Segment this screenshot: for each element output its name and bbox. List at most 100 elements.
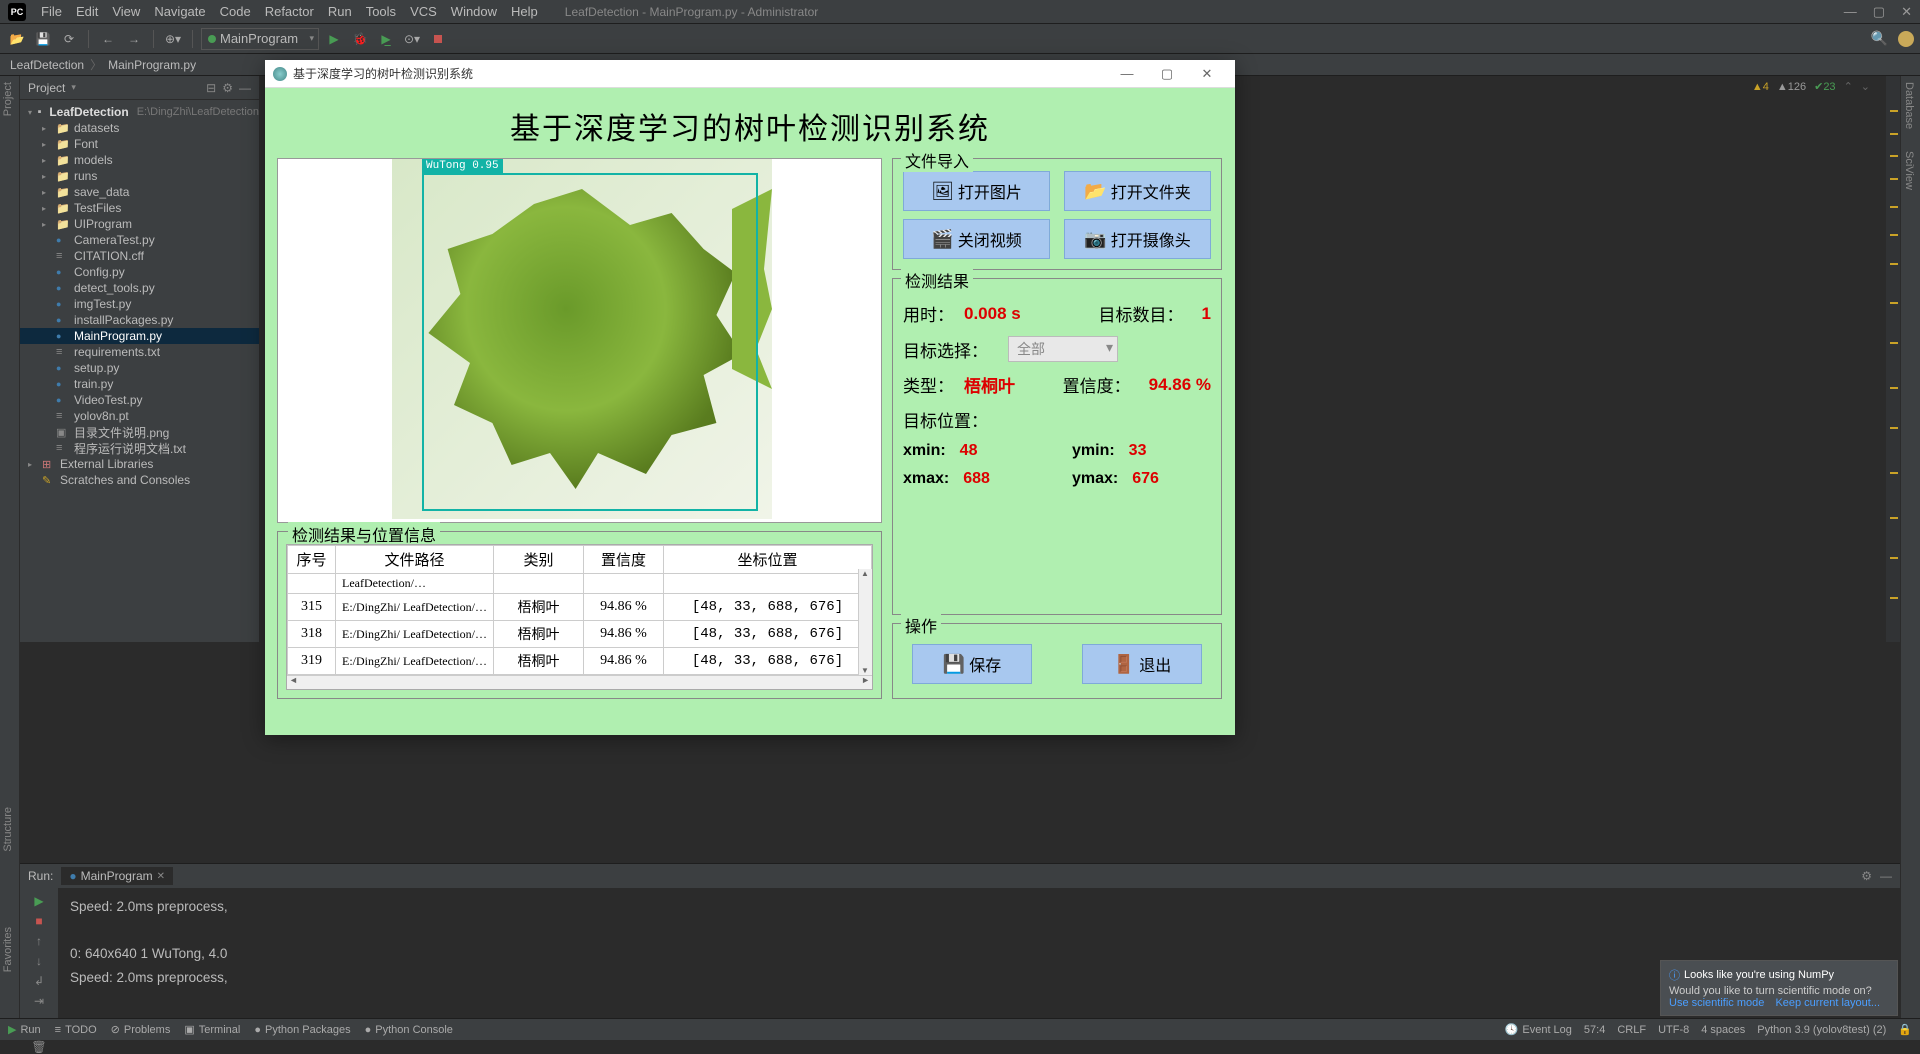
add-config-icon[interactable]: ⊕▾ (162, 28, 184, 50)
tree-file-selected[interactable]: MainProgram.py (74, 329, 162, 343)
file-encoding[interactable]: UTF-8 (1658, 1023, 1689, 1036)
run-icon[interactable]: ▶ (323, 28, 345, 50)
stop-icon[interactable]: ■ (29, 914, 49, 928)
window-minimize-icon[interactable]: — (1844, 4, 1857, 20)
tree-file[interactable]: VideoTest.py (74, 393, 143, 407)
project-tree[interactable]: ▾▪LeafDetectionE:\DingZhi\LeafDetection … (20, 100, 259, 492)
tree-file[interactable]: detect_tools.py (74, 281, 155, 295)
open-camera-button[interactable]: 📷打开摄像头 (1064, 219, 1211, 259)
lock-icon[interactable]: 🔒 (1898, 1023, 1912, 1036)
tree-file[interactable]: imgTest.py (74, 297, 131, 311)
settings-icon[interactable]: ⚙ (222, 81, 233, 95)
tree-folder[interactable]: datasets (74, 121, 119, 135)
save-icon[interactable]: 💾 (32, 28, 54, 50)
table-scrollbar-h[interactable] (287, 675, 872, 689)
tree-file[interactable]: CameraTest.py (74, 233, 155, 247)
rail-sciview-label[interactable]: SciView (1901, 145, 1917, 196)
table-row[interactable]: 318E:/DingZhi/ LeafDetection/…梧桐叶94.86 %… (288, 621, 872, 648)
python-interpreter[interactable]: Python 3.9 (yolov8test) (2) (1757, 1023, 1886, 1036)
soft-wrap-icon[interactable]: ↲ (29, 974, 49, 988)
scroll-end-icon[interactable]: ⇥ (29, 994, 49, 1008)
app-minimize-icon[interactable]: — (1107, 66, 1147, 82)
tree-scratches[interactable]: Scratches and Consoles (60, 473, 190, 487)
close-icon[interactable]: ✕ (157, 871, 165, 882)
status-run[interactable]: ▶Run (8, 1023, 41, 1036)
status-todo[interactable]: ≡ TODO (55, 1023, 97, 1036)
menu-refactor[interactable]: Refactor (258, 2, 321, 21)
open-image-button[interactable]: 🖼打开图片 (903, 171, 1050, 211)
tree-file[interactable]: Config.py (74, 265, 125, 279)
tree-folder[interactable]: UIProgram (74, 217, 132, 231)
open-folder-button[interactable]: 📂打开文件夹 (1064, 171, 1211, 211)
search-icon[interactable]: 🔍 (1871, 30, 1888, 47)
table-row[interactable]: 315E:/DingZhi/ LeafDetection/…梧桐叶94.86 %… (288, 594, 872, 621)
table-scrollbar-v[interactable] (858, 569, 872, 675)
menu-run[interactable]: Run (321, 2, 359, 21)
run-tab[interactable]: ●MainProgram✕ (61, 867, 173, 885)
tree-file[interactable]: requirements.txt (74, 345, 160, 359)
tree-file[interactable]: setup.py (74, 361, 119, 375)
notif-link-scientific[interactable]: Use scientific mode (1669, 997, 1764, 1009)
notif-link-keep[interactable]: Keep current layout... (1775, 997, 1880, 1009)
run-config-selector[interactable]: MainProgram (201, 28, 319, 50)
status-event-log[interactable]: 🕓 Event Log (1505, 1023, 1572, 1036)
inspection-widget[interactable]: ▲4 ▲126 ✔23 ⌃⌄ (1752, 80, 1870, 93)
rerun-icon[interactable]: ▶ (29, 894, 49, 908)
results-table[interactable]: 序号 文件路径 类别 置信度 坐标位置 LeafDetection/… 315E… (287, 545, 872, 675)
close-video-button[interactable]: 🎬关闭视频 (903, 219, 1050, 259)
tree-folder[interactable]: Font (74, 137, 98, 151)
status-terminal[interactable]: ▣ Terminal (184, 1023, 240, 1036)
tree-folder[interactable]: save_data (74, 185, 129, 199)
line-separator[interactable]: CRLF (1617, 1023, 1646, 1036)
status-python-packages[interactable]: ● Python Packages (254, 1023, 350, 1036)
window-close-icon[interactable]: ✕ (1901, 4, 1912, 20)
caret-position[interactable]: 57:4 (1584, 1023, 1605, 1036)
debug-icon[interactable]: 🐞 (349, 28, 371, 50)
crumb-file[interactable]: MainProgram.py (108, 58, 196, 72)
window-maximize-icon[interactable]: ▢ (1873, 4, 1885, 20)
rail-structure-label[interactable]: Structure (0, 801, 16, 858)
trash-icon[interactable]: 🗑 (29, 1040, 49, 1054)
hide-icon[interactable]: — (1880, 869, 1892, 883)
down-icon[interactable]: ↓ (29, 954, 49, 968)
up-icon[interactable]: ↑ (29, 934, 49, 948)
menu-navigate[interactable]: Navigate (147, 2, 212, 21)
stop-icon[interactable] (427, 28, 449, 50)
status-problems[interactable]: ⊘ Problems (111, 1023, 171, 1036)
crumb-root[interactable]: LeafDetection (10, 58, 84, 72)
rail-project-label[interactable]: Project (0, 76, 16, 122)
rail-favorites-label[interactable]: Favorites (0, 921, 16, 978)
menu-view[interactable]: View (105, 2, 147, 21)
save-button[interactable]: 💾保存 (912, 644, 1032, 684)
collapse-icon[interactable]: ⊟ (206, 81, 216, 95)
menu-vcs[interactable]: VCS (403, 2, 444, 21)
menu-edit[interactable]: Edit (69, 2, 105, 21)
nav-back-icon[interactable]: ← (97, 28, 119, 50)
exit-button[interactable]: 🚪退出 (1082, 644, 1202, 684)
open-icon[interactable]: 📂 (6, 28, 28, 50)
profile-icon[interactable]: ⊙▾ (401, 28, 423, 50)
menu-help[interactable]: Help (504, 2, 545, 21)
settings-icon[interactable]: ⚙ (1861, 869, 1872, 883)
app-titlebar[interactable]: 基于深度学习的树叶检测识别系统 — ▢ ✕ (265, 60, 1235, 88)
tree-file[interactable]: CITATION.cff (74, 249, 144, 263)
coverage-icon[interactable]: ▶̲ (375, 28, 397, 50)
target-select-dropdown[interactable]: 全部 (1008, 336, 1118, 362)
tree-file[interactable]: yolov8n.pt (74, 409, 129, 423)
menu-file[interactable]: File (34, 2, 69, 21)
indent-info[interactable]: 4 spaces (1701, 1023, 1745, 1036)
status-python-console[interactable]: ● Python Console (365, 1023, 453, 1036)
menu-code[interactable]: Code (213, 2, 258, 21)
tree-file[interactable]: train.py (74, 377, 113, 391)
nav-fwd-icon[interactable]: → (123, 28, 145, 50)
tree-file[interactable]: 程序运行说明文档.txt (74, 440, 186, 457)
menu-window[interactable]: Window (444, 2, 504, 21)
run-console[interactable]: Speed: 2.0ms preprocess, 0: 640x640 1 Wu… (58, 888, 1900, 1018)
app-close-icon[interactable]: ✕ (1187, 66, 1227, 82)
editor-error-stripe[interactable] (1886, 76, 1900, 642)
tree-root[interactable]: LeafDetection (49, 105, 128, 119)
hide-icon[interactable]: — (239, 81, 251, 95)
rail-database-label[interactable]: Database (1901, 76, 1917, 135)
tree-ext-libs[interactable]: External Libraries (60, 457, 153, 471)
tree-folder[interactable]: models (74, 153, 113, 167)
